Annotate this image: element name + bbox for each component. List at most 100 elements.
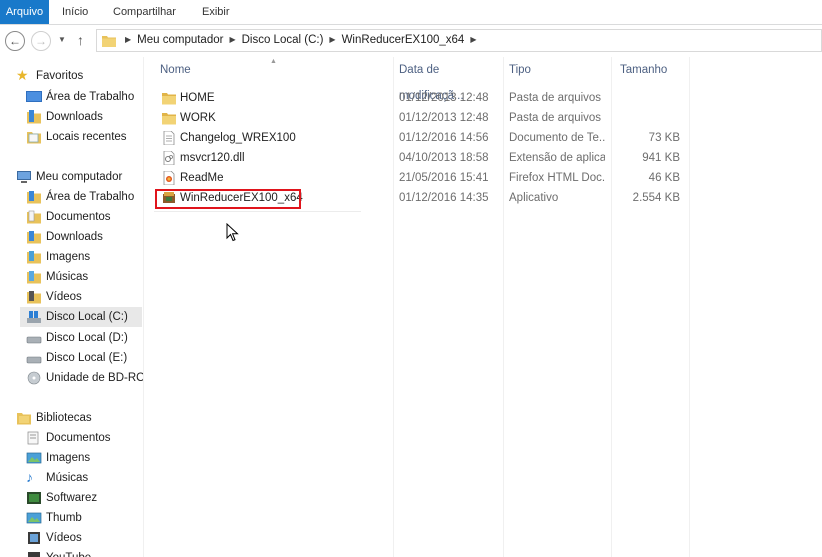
tab-exibir[interactable]: Exibir <box>194 0 238 24</box>
music-folder-icon <box>27 271 41 284</box>
nav-item-label: Músicas <box>46 472 89 484</box>
file-type: Pasta de arquivos <box>509 112 602 124</box>
videos-folder-icon <box>27 291 41 304</box>
nav-item-label: Downloads <box>46 111 103 123</box>
nav-favorite-downloads[interactable]: Downloads <box>26 107 141 127</box>
nav-computer-videos[interactable]: Vídeos <box>26 287 141 307</box>
hard-drive-icon <box>26 356 42 364</box>
divider <box>154 211 361 212</box>
nav-library-softwarez[interactable]: Softwarez <box>26 488 141 508</box>
nav-meu-computador[interactable]: Meu computador <box>16 167 141 187</box>
chevron-down-icon: ▼ <box>58 35 66 44</box>
system-drive-icon <box>27 311 41 323</box>
computer-icon <box>17 171 31 183</box>
navigation-pane: ★ Favoritos Área de Trabalho Downloads L… <box>0 57 144 557</box>
breadcrumb-separator-icon[interactable]: ▶ <box>229 35 235 44</box>
column-header-type[interactable]: Tipo <box>509 57 609 83</box>
breadcrumb-separator-icon[interactable]: ▶ <box>125 35 131 44</box>
breadcrumb-meu-computador[interactable]: Meu computador <box>137 34 223 46</box>
nav-item-label: Disco Local (E:) <box>46 352 128 364</box>
nav-favoritos[interactable]: ★ Favoritos <box>16 66 141 86</box>
breadcrumb-separator-icon[interactable]: ▶ <box>470 35 476 44</box>
nav-item-label: Vídeos <box>46 291 82 303</box>
file-date: 01/12/2013 12:48 <box>399 112 489 124</box>
column-header-name[interactable]: Nome <box>160 57 390 83</box>
column-header-date[interactable]: Data de modificaçã... <box>399 57 499 102</box>
file-date: 21/05/2016 15:41 <box>399 172 489 184</box>
tab-inicio[interactable]: Início <box>54 0 96 24</box>
nav-library-thumb[interactable]: Thumb <box>26 508 141 528</box>
file-date: 01/12/2016 14:35 <box>399 192 489 204</box>
html-document-icon <box>163 171 175 185</box>
optical-drive-icon <box>27 371 41 385</box>
file-date: 01/12/2016 14:56 <box>399 132 489 144</box>
up-button[interactable]: ↑ <box>77 32 84 48</box>
nav-item-label: Músicas <box>46 271 89 283</box>
nav-favorite-locais-recentes[interactable]: Locais recentes <box>26 127 141 147</box>
tab-compartilhar[interactable]: Compartilhar <box>105 0 184 24</box>
nav-library-imagens[interactable]: Imagens <box>26 448 141 468</box>
file-date: 04/10/2013 18:58 <box>399 152 489 164</box>
dll-file-icon <box>163 151 175 165</box>
file-type: Extensão de aplica... <box>509 152 605 164</box>
nav-item-label: Documentos <box>46 432 111 444</box>
nav-item-label: Downloads <box>46 231 103 243</box>
ribbon-tabs: Arquivo Início Compartilhar Exibir <box>0 0 822 25</box>
breadcrumb: ▶ Meu computador ▶ Disco Local (C:) ▶ WinRedu… <box>119 30 482 51</box>
file-row-readme[interactable]: ReadMe 21/05/2016 15:41 Firefox HTML Doc… <box>144 168 822 188</box>
nav-disco-local-c[interactable]: Disco Local (C:) <box>20 307 142 327</box>
nav-computer-area-de-trabalho[interactable]: Área de Trabalho <box>26 187 141 207</box>
breadcrumb-winreducer[interactable]: WinReducerEX100_x64 <box>342 34 465 46</box>
nav-library-documentos[interactable]: Documentos <box>26 428 141 448</box>
file-name: WORK <box>180 112 216 124</box>
file-size: 2.554 KB <box>632 192 680 204</box>
recent-locations-button[interactable]: ▼ <box>58 35 66 44</box>
forward-button[interactable]: → <box>31 31 51 51</box>
nav-computer-imagens[interactable]: Imagens <box>26 247 141 267</box>
softwarez-library-icon <box>27 492 41 504</box>
column-header-size[interactable]: Tamanho <box>620 57 686 83</box>
file-row-work[interactable]: WORK 01/12/2013 12:48 Pasta de arquivos <box>144 108 822 128</box>
folder-icon <box>162 113 176 125</box>
nav-item-label: Imagens <box>46 251 91 263</box>
nav-library-videos[interactable]: Vídeos <box>26 528 141 548</box>
music-note-icon: ♪ <box>26 469 33 485</box>
nav-item-label: Área de Trabalho <box>46 91 135 103</box>
file-name: msvcr120.dll <box>180 152 245 164</box>
file-type: Aplicativo <box>509 192 559 204</box>
nav-computer-downloads[interactable]: Downloads <box>26 227 141 247</box>
nav-computer-musicas[interactable]: Músicas <box>26 267 141 287</box>
nav-favorite-area-de-trabalho[interactable]: Área de Trabalho <box>26 87 141 107</box>
nav-library-musicas[interactable]: ♪ Músicas <box>26 468 141 488</box>
nav-disco-local-e[interactable]: Disco Local (E:) <box>26 348 141 368</box>
nav-disco-local-d[interactable]: Disco Local (D:) <box>26 328 141 348</box>
breadcrumb-disco-local-c[interactable]: Disco Local (C:) <box>242 34 324 46</box>
desktop-folder-icon <box>27 191 41 204</box>
file-row-changelog[interactable]: Changelog_WREX100 01/12/2016 14:56 Docum… <box>144 128 822 148</box>
file-name: HOME <box>180 92 215 104</box>
back-button[interactable]: ← <box>5 31 25 51</box>
nav-computer-documentos[interactable]: Documentos <box>26 207 141 227</box>
nav-library-youtube[interactable]: YouTube <box>26 548 141 557</box>
file-row-msvcr120[interactable]: msvcr120.dll 04/10/2013 18:58 Extensão d… <box>144 148 822 168</box>
arrow-up-icon: ↑ <box>77 32 84 48</box>
documents-folder-icon <box>27 210 41 224</box>
nav-bd-rom[interactable]: Unidade de BD-ROM <box>26 368 143 388</box>
desktop-icon <box>26 91 42 102</box>
nav-bibliotecas[interactable]: Bibliotecas <box>16 408 141 428</box>
file-type: Firefox HTML Doc... <box>509 172 605 184</box>
tab-arquivo[interactable]: Arquivo <box>0 0 49 24</box>
nav-item-label: Disco Local (D:) <box>46 332 128 344</box>
nav-item-label: Área de Trabalho <box>46 191 135 203</box>
breadcrumb-separator-icon[interactable]: ▶ <box>329 35 335 44</box>
thumb-library-icon <box>26 512 42 524</box>
nav-item-label: Imagens <box>46 452 91 464</box>
file-row-home[interactable]: HOME 01/12/2013 12:48 Pasta de arquivos <box>144 88 822 108</box>
address-bar[interactable]: ▶ Meu computador ▶ Disco Local (C:) ▶ WinRedu… <box>96 29 822 52</box>
nav-item-label: Softwarez <box>46 492 98 504</box>
pictures-library-icon <box>26 452 42 464</box>
nav-bibliotecas-label: Bibliotecas <box>36 412 92 424</box>
file-size: 941 KB <box>642 152 680 164</box>
file-date: 01/12/2013 12:48 <box>399 92 489 104</box>
folder-icon <box>162 93 176 105</box>
